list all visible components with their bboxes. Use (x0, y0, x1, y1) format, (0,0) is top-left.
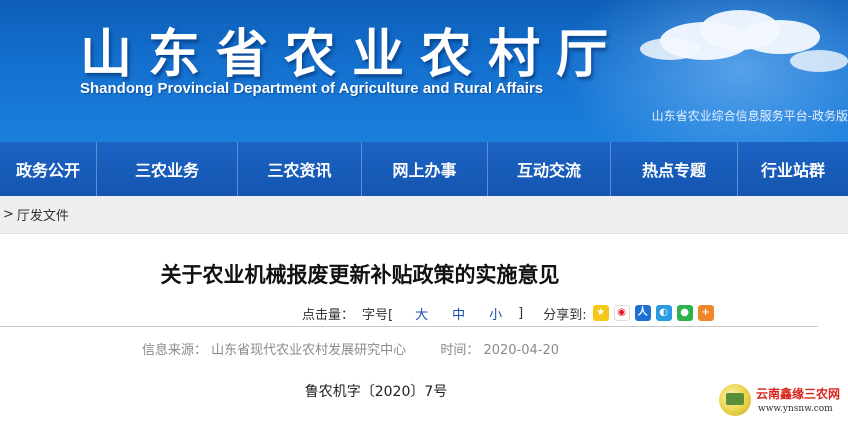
nav-item-gov-affairs[interactable]: 政务公开 (0, 142, 97, 196)
breadcrumb-separator: > (3, 207, 14, 222)
nav-item-interaction[interactable]: 互动交流 (488, 142, 611, 196)
hits-label: 点击量： (302, 307, 355, 323)
font-size-small-button[interactable]: 小 (489, 304, 502, 323)
source-value: 山东省现代农业农村发展研究中心 (211, 343, 407, 358)
cloud-decoration (640, 38, 700, 60)
site-title: 山东省农业农村厅 (80, 24, 625, 85)
breadcrumb: > 厅发文件 (0, 196, 848, 234)
font-size-close: ] (518, 305, 524, 321)
more-share-icon[interactable]: + (697, 305, 714, 321)
font-size-label: 字号[ (362, 307, 394, 323)
site-subtitle: Shandong Provincial Department of Agricu… (80, 80, 544, 97)
nav-item-hot-topics[interactable]: 热点专题 (611, 142, 738, 196)
divider (0, 326, 818, 327)
nav-item-agri-business[interactable]: 三农业务 (97, 142, 238, 196)
article-tools: 点击量： 字号[ 大 中 小 ] 分享到: ★ ◉ 人 ◐ ● + (302, 303, 719, 323)
source-label: 信息来源： (142, 343, 208, 358)
watermark-url: www.ynsnw.com (758, 404, 833, 414)
renren-icon[interactable]: 人 (634, 305, 651, 321)
site-banner: 山东省农业农村厅 Shandong Provincial Department … (0, 0, 848, 142)
tqq-icon[interactable]: ◐ (655, 305, 672, 321)
nav-item-industry-sites[interactable]: 行业站群 (738, 142, 848, 196)
weibo-icon[interactable]: ◉ (613, 305, 630, 321)
cloud-decoration (790, 50, 848, 72)
share-label: 分享到: (543, 307, 587, 323)
document-number: 鲁农机字〔2020〕7号 (304, 384, 448, 400)
watermark-logo-icon (719, 384, 751, 416)
font-size-large-button[interactable]: 大 (415, 304, 428, 323)
qzone-icon[interactable]: ★ (592, 305, 609, 321)
date-value: 2020-04-20 (483, 343, 560, 358)
site-watermark: 云南鑫缘三农网 www.ynsnw.com (716, 380, 840, 420)
article-meta: 信息来源： 山东省现代农业农村发展研究中心 时间： 2020-04-20 (142, 339, 559, 358)
font-size-medium-button[interactable]: 中 (452, 304, 465, 323)
platform-link[interactable]: 山东省农业综合信息服务平台-政务版 (652, 107, 848, 124)
article-title: 关于农业机械报废更新补贴政策的实施意见 (160, 263, 560, 287)
cloud-decoration (740, 20, 820, 54)
date-label: 时间： (440, 343, 480, 358)
wechat-icon[interactable]: ● (676, 305, 693, 321)
breadcrumb-item-current[interactable]: 厅发文件 (17, 205, 69, 224)
nav-item-online-services[interactable]: 网上办事 (362, 142, 488, 196)
nav-item-agri-news[interactable]: 三农资讯 (238, 142, 362, 196)
main-nav: 政务公开 三农业务 三农资讯 网上办事 互动交流 热点专题 行业站群 (0, 142, 848, 196)
watermark-name: 云南鑫缘三农网 (756, 387, 841, 401)
